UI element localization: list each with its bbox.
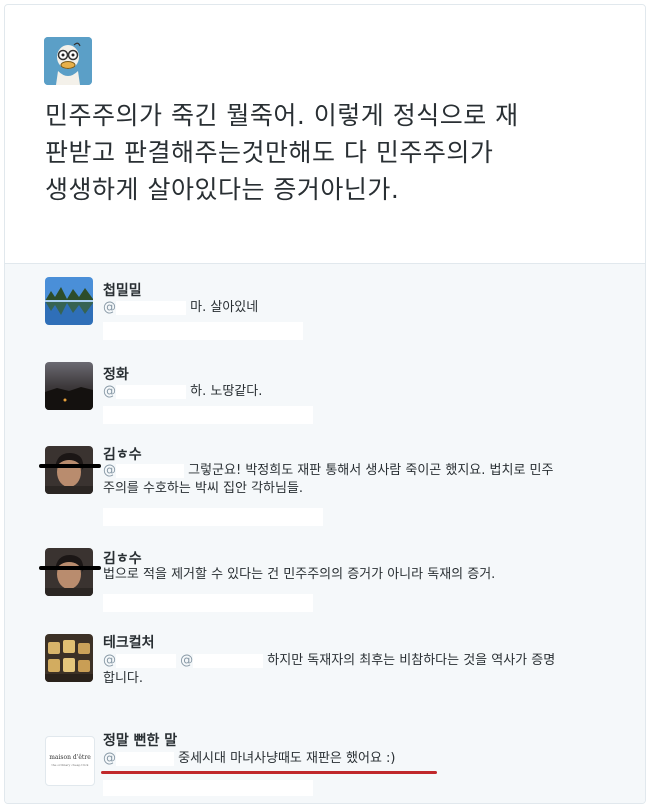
reply-author[interactable]: 테크컬처 (103, 632, 155, 652)
redacted-handle (116, 463, 184, 478)
reply-message-line: 주의를 수호하는 박씨 집안 각하님들. (103, 481, 304, 496)
redacted-handle (116, 300, 186, 315)
reply-message: 마. 살아있네 (190, 300, 259, 315)
reply-message: 법으로 적을 제거할 수 있다는 건 민주주의의 증거가 아니라 독재의 증거. (103, 567, 496, 582)
reply-text: @ @ 하지만 독재자의 최후는 비참하다는 것을 역사가 증명 합니다. (103, 652, 603, 688)
tweet-text-line: 판받고 판결해주는것만해도 다 민주주의가 (45, 138, 494, 167)
reply-message-line: 하지만 독재자의 최후는 비참하다는 것을 역사가 증명 (267, 653, 556, 668)
redacted-handle (116, 653, 176, 668)
mention-handle[interactable]: @ (180, 653, 193, 668)
reply-author[interactable]: 첩밀밀 (103, 280, 142, 300)
redacted-area (103, 508, 323, 526)
reply-list: 첩밀밀 @ 마. 살아있네 정화 @ 하. 노땅같다. 김ㅎ수 @ 그렇군요! … (5, 263, 645, 803)
reply-text: @ 마. 살아있네 (103, 299, 603, 317)
redacted-area (103, 594, 313, 612)
food-photo-avatar[interactable] (45, 634, 93, 682)
reply-text: @ 그렇군요! 박정희도 재판 통해서 생사람 죽이곤 했지요. 법치로 민주 … (103, 462, 603, 498)
redacted-area (103, 780, 313, 796)
reply-item[interactable]: 김ㅎ수 법으로 적을 제거할 수 있다는 건 민주주의의 증거가 아니라 독재의… (5, 536, 645, 621)
redacted-area (103, 322, 303, 340)
tweet-card: 민주주의가 죽긴 뭘죽어. 이렇게 정식으로 재 판받고 판결해주는것만해도 다… (4, 4, 646, 804)
reply-item[interactable]: maison d'être the ordinary cheap trick 정… (5, 720, 645, 803)
reply-message-line: 그렇군요! 박정희도 재판 통해서 생사람 죽이곤 했지요. 법치로 민주 (188, 463, 554, 478)
censor-bar (39, 464, 101, 468)
mention-handle[interactable]: @ (103, 384, 116, 399)
tweet-text-line: 생생하게 살아있다는 증거아닌가. (45, 175, 400, 204)
tweet-text-line: 민주주의가 죽긴 뭘죽어. 이렇게 정식으로 재 (45, 101, 519, 130)
person-photo-avatar[interactable] (45, 446, 93, 494)
tweet-text: 민주주의가 죽긴 뭘죽어. 이렇게 정식으로 재 판받고 판결해주는것만해도 다… (45, 97, 605, 208)
cartoon-duck-avatar-icon[interactable] (44, 37, 92, 85)
main-tweet: 민주주의가 죽긴 뭘죽어. 이렇게 정식으로 재 판받고 판결해주는것만해도 다… (5, 5, 645, 263)
reply-message: 중세시대 마녀사냥때도 재판은 했어요 :) (178, 751, 396, 766)
avatar-logo-text: maison d'être (49, 754, 91, 761)
lake-landscape-avatar[interactable] (45, 277, 93, 325)
reply-text: @ 중세시대 마녀사냥때도 재판은 했어요 :) (103, 750, 603, 768)
reply-author[interactable]: 정말 뻔한 말 (103, 730, 177, 750)
dark-sunset-avatar[interactable] (45, 362, 93, 410)
mention-handle[interactable]: @ (103, 463, 116, 478)
reply-author[interactable]: 김ㅎ수 (103, 548, 142, 568)
reply-item[interactable]: 첩밀밀 @ 마. 살아있네 (5, 264, 645, 349)
avatar-logo-subtext: the ordinary cheap trick (51, 763, 89, 767)
reply-author[interactable]: 김ㅎ수 (103, 444, 142, 464)
reply-item[interactable]: 정화 @ 하. 노땅같다. (5, 348, 645, 433)
mention-handle[interactable]: @ (103, 751, 116, 766)
reply-item[interactable]: 김ㅎ수 @ 그렇군요! 박정희도 재판 통해서 생사람 죽이곤 했지요. 법치로… (5, 432, 645, 537)
reply-text: 법으로 적을 제거할 수 있다는 건 민주주의의 증거가 아니라 독재의 증거. (103, 566, 603, 584)
reply-author[interactable]: 정화 (103, 364, 129, 384)
mention-handle[interactable]: @ (103, 653, 116, 668)
reply-text: @ 하. 노땅같다. (103, 383, 603, 401)
reply-message: 하. 노땅같다. (190, 384, 263, 399)
reply-item[interactable]: 테크컬처 @ @ 하지만 독재자의 최후는 비참하다는 것을 역사가 증명 합니… (5, 620, 645, 721)
reply-message-line: 합니다. (103, 671, 144, 686)
redacted-area (103, 406, 313, 424)
redacted-handle (193, 653, 264, 668)
mention-handle[interactable]: @ (103, 300, 116, 315)
red-underline-annotation (101, 771, 437, 774)
redacted-handle (116, 384, 186, 399)
person-photo-avatar[interactable] (45, 548, 93, 596)
redacted-handle (116, 751, 174, 766)
censor-bar (39, 566, 101, 570)
brand-logo-avatar[interactable]: maison d'être the ordinary cheap trick (45, 736, 95, 786)
